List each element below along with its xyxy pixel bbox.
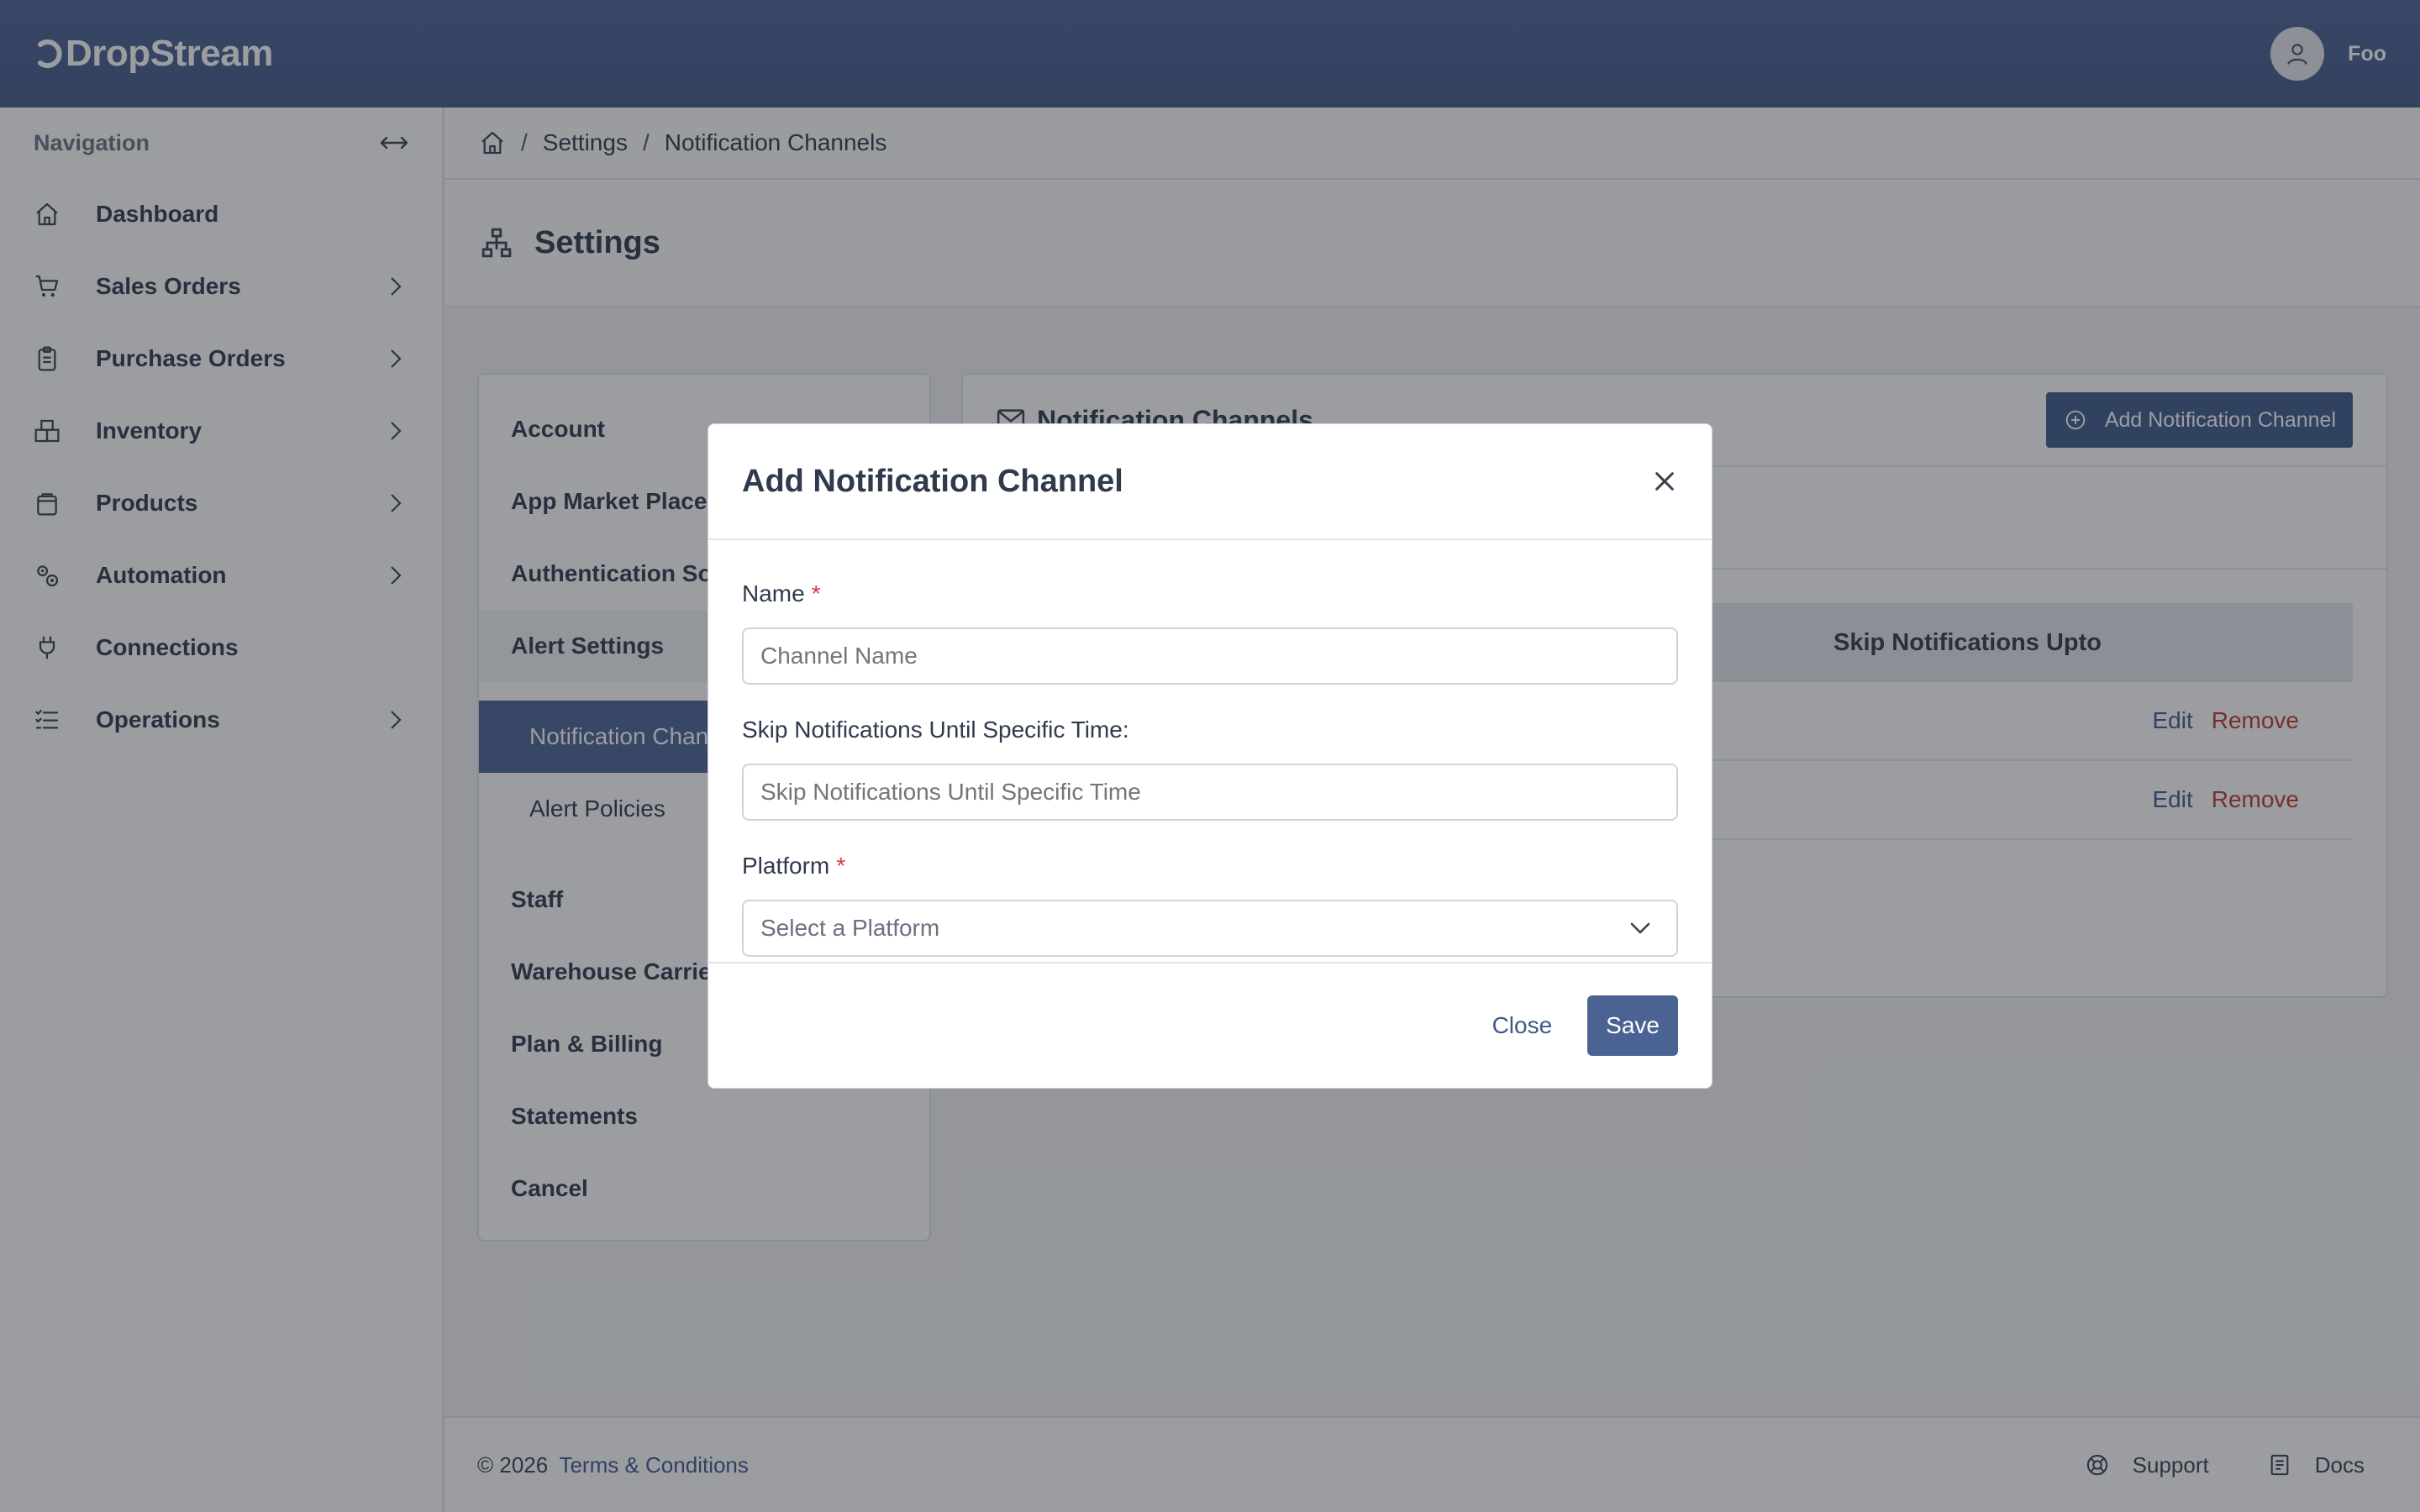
close-button[interactable]: Close	[1492, 1012, 1553, 1039]
close-icon[interactable]	[1651, 468, 1678, 495]
platform-select-value: Select a Platform	[760, 915, 940, 941]
platform-field-group: Platform * Select a Platform	[742, 849, 1678, 957]
required-mark: *	[811, 580, 821, 606]
chevron-down-icon	[1630, 922, 1650, 934]
modal-body: Name * Skip Notifications Until Specific…	[708, 540, 1712, 963]
name-field-group: Name *	[742, 577, 1678, 685]
skip-label: Skip Notifications Until Specific Time:	[742, 717, 1129, 743]
modal-footer: Close Save	[708, 963, 1712, 1088]
save-button[interactable]: Save	[1587, 995, 1678, 1056]
platform-label-text: Platform	[742, 853, 830, 879]
modal-header: Add Notification Channel	[708, 424, 1712, 540]
required-mark: *	[836, 853, 846, 879]
skip-field-group: Skip Notifications Until Specific Time:	[742, 713, 1678, 821]
add-notification-channel-modal: Add Notification Channel Name * Skip Not…	[708, 423, 1712, 1089]
modal-title: Add Notification Channel	[742, 463, 1123, 499]
channel-name-input[interactable]	[742, 627, 1678, 685]
platform-label: Platform *	[742, 849, 1678, 883]
platform-select[interactable]: Select a Platform	[742, 900, 1678, 957]
name-label: Name *	[742, 577, 1678, 611]
skip-notifications-input[interactable]	[742, 764, 1678, 821]
name-label-text: Name	[742, 580, 805, 606]
